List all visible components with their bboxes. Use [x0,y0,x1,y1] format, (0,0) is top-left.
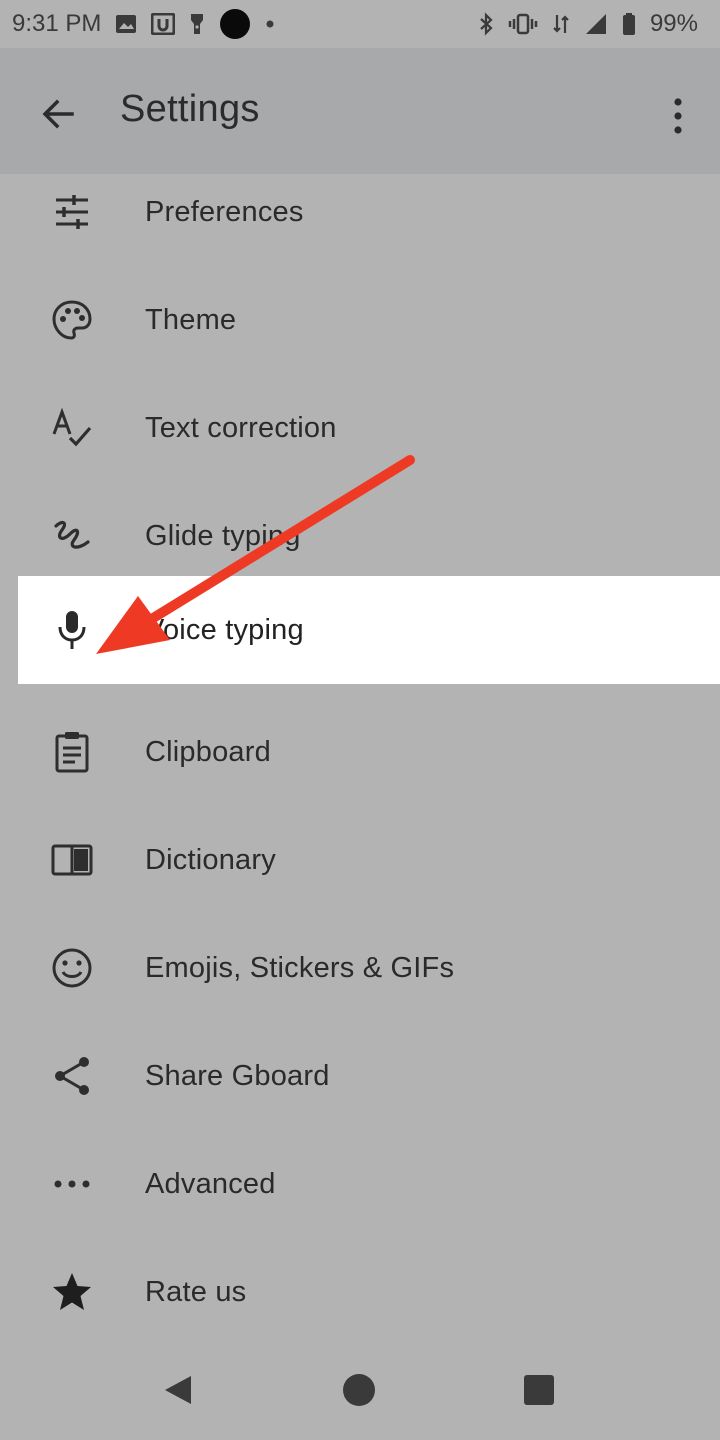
more-vertical-icon [674,98,682,134]
flashlight-notification-icon [189,12,205,36]
settings-item-preferences[interactable]: Preferences [0,158,720,266]
settings-item-text-correction[interactable]: Text correction [0,374,720,482]
settings-item-emojis[interactable]: Emojis, Stickers & GIFs [0,914,720,1022]
overflow-menu-button[interactable] [658,88,698,144]
square-recents-icon [524,1375,554,1405]
settings-item-label: Preferences [145,195,304,228]
text-check-icon [48,404,96,452]
settings-item-share-gboard[interactable]: Share Gboard [0,1022,720,1130]
settings-item-advanced[interactable]: Advanced [0,1130,720,1238]
star-icon [48,1268,96,1316]
settings-item-voice-typing[interactable]: Voice typing [18,576,720,684]
settings-item-clipboard[interactable]: Clipboard [0,698,720,806]
settings-item-label: Clipboard [145,735,271,768]
nav-back-button[interactable] [148,1360,208,1420]
settings-item-label: Rate us [145,1275,247,1308]
glide-icon [48,512,96,560]
settings-item-label: Emojis, Stickers & GIFs [145,951,455,984]
sliders-icon [48,188,96,236]
network-type-icon [552,12,570,36]
settings-item-label: Text correction [145,411,337,444]
settings-item-label: Theme [145,303,237,336]
bluetooth-icon [478,12,494,36]
status-right: 99% [478,10,698,38]
smiley-icon [48,944,96,992]
u-app-notification-icon [151,13,176,35]
image-notification-icon [115,14,137,34]
settings-item-label: Advanced [145,1167,276,1200]
palette-icon [48,296,96,344]
vibrate-icon [508,12,538,36]
triangle-back-icon [165,1376,191,1404]
clipboard-icon [48,728,96,776]
status-time: 9:31 PM [12,10,102,37]
settings-item-theme[interactable]: Theme [0,266,720,374]
book-icon [48,836,96,884]
settings-item-dictionary[interactable]: Dictionary [0,806,720,914]
settings-item-label: Share Gboard [145,1059,330,1092]
circle-home-icon [343,1374,375,1406]
more-horizontal-icon [48,1160,96,1208]
back-arrow-icon [42,99,74,129]
settings-item-glide-typing[interactable]: Glide typing [0,482,720,590]
share-icon [48,1052,96,1100]
settings-item-label: Voice typing [145,613,304,646]
nav-recents-button[interactable] [509,1360,569,1420]
back-button[interactable] [30,86,86,142]
microphone-icon [48,606,96,654]
dot-notification-icon [219,8,251,40]
page-title: Settings [120,88,260,130]
navigation-bar [0,1340,720,1440]
battery-percent: 99% [649,10,698,37]
signal-icon [584,12,608,36]
more-notifications-icon [265,19,275,29]
battery-icon [622,12,636,36]
settings-item-rate-us[interactable]: Rate us [0,1238,720,1346]
settings-item-label: Glide typing [145,519,301,552]
nav-home-button[interactable] [329,1360,389,1420]
status-bar: 9:31 PM 99% [0,0,720,48]
status-left: 9:31 PM [12,8,275,40]
app-bar: Settings [0,48,720,174]
settings-item-label: Dictionary [145,843,276,876]
